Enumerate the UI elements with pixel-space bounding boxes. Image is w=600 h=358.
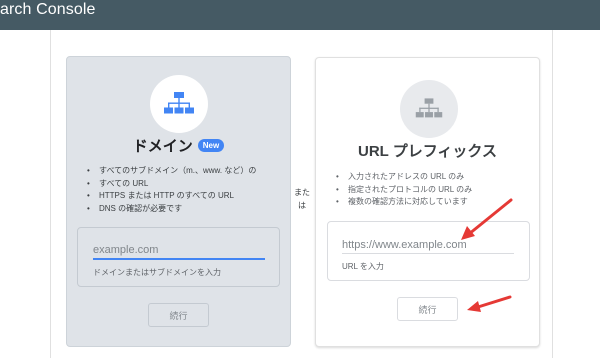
or-separator: また は (292, 186, 312, 212)
or-label-line2: は (298, 201, 306, 210)
list-item: 入力されたアドレスの URL のみ (336, 171, 536, 184)
list-item: DNS の確認が必要です (87, 203, 287, 216)
app-title: arch Console (0, 1, 96, 18)
red-arrow-icon (461, 198, 513, 240)
domain-input[interactable] (93, 242, 265, 260)
top-bar: arch Console (0, 0, 600, 30)
prefix-icon-circle (400, 80, 458, 138)
prefix-card-heading: URL プレフィックス (316, 140, 539, 161)
sitemap-icon (415, 98, 443, 118)
or-label-line1: また (294, 188, 310, 197)
domain-input-box: ドメインまたはサブドメインを入力 (77, 227, 280, 287)
domain-input-hint: ドメインまたはサブドメインを入力 (93, 268, 221, 277)
sitemap-icon (164, 92, 194, 114)
prefix-continue-button[interactable]: 続行 (397, 297, 458, 321)
list-item: すべての URL (87, 178, 287, 191)
new-badge: New (197, 139, 225, 152)
domain-continue-button[interactable]: 続行 (148, 303, 209, 327)
prefix-card-title: URL プレフィックス (358, 143, 497, 160)
domain-property-card[interactable]: ドメイン New すべてのサブドメイン（m.、www. など）の すべての UR… (66, 56, 291, 347)
list-item: すべてのサブドメイン（m.、www. など）の (87, 165, 287, 178)
prefix-input-hint: URL を入力 (342, 262, 384, 271)
list-item: 指定されたプロトコルの URL のみ (336, 184, 536, 197)
domain-feature-list: すべてのサブドメイン（m.、www. など）の すべての URL HTTPS ま… (87, 165, 287, 215)
list-item: HTTPS または HTTP のすべての URL (87, 190, 287, 203)
domain-card-heading: ドメイン New (67, 135, 290, 156)
red-arrow-icon (467, 295, 512, 312)
domain-card-title: ドメイン (132, 138, 193, 155)
domain-icon-circle (150, 75, 208, 133)
